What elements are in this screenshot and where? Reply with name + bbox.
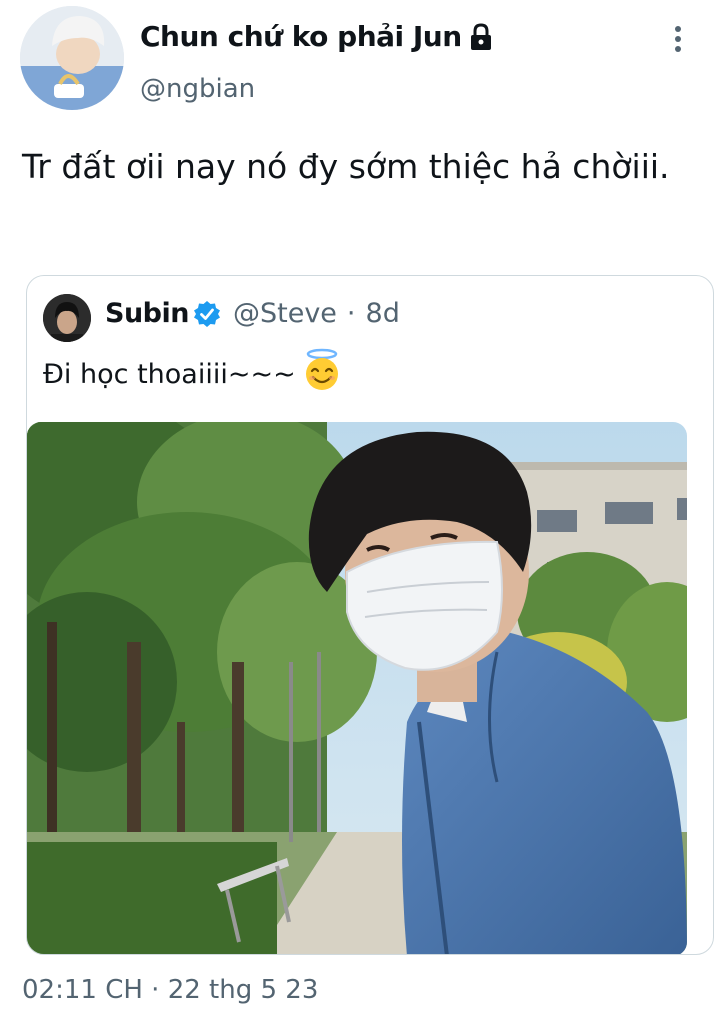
author-display-name-row[interactable]: Chun chứ ko phải Jun (140, 20, 494, 53)
more-dot (675, 36, 681, 42)
quote-age[interactable]: 8d (366, 298, 400, 329)
quote-handle[interactable]: @Steve (233, 298, 337, 329)
photo-person-masked-in-park (27, 422, 687, 954)
quote-header: Subin @Steve · 8d (105, 298, 400, 329)
quote-text-row: Đi học thoaiiii~~~ (43, 348, 344, 392)
quote-author-avatar[interactable] (43, 294, 91, 342)
more-dot (675, 26, 681, 32)
author-handle[interactable]: @ngbian (140, 74, 255, 104)
more-options-icon[interactable] (664, 22, 692, 56)
quote-display-name[interactable]: Subin (105, 298, 189, 329)
smiling-face-with-halo-icon (305, 348, 338, 390)
tweet-text: Tr đất ơii nay nó đy sớm thiệc hả chờiii… (22, 147, 670, 186)
quote-text: Đi học thoaiiii~~~ (43, 358, 296, 390)
author-avatar[interactable] (20, 6, 124, 110)
tweet-timestamp[interactable]: 02:11 CH · 22 thg 5 23 (22, 975, 318, 1005)
author-avatar-image (20, 6, 124, 110)
verified-badge-icon (193, 300, 220, 327)
quote-avatar-image (43, 294, 91, 342)
more-dot (675, 46, 681, 52)
quote-separator: · (346, 298, 356, 329)
author-display-name[interactable]: Chun chứ ko phải Jun (140, 20, 462, 53)
quoted-tweet-card[interactable]: Subin @Steve · 8d Đi học thoaiiii~~~ (26, 275, 714, 955)
quote-attached-photo[interactable] (27, 422, 687, 954)
lock-icon (470, 22, 491, 50)
